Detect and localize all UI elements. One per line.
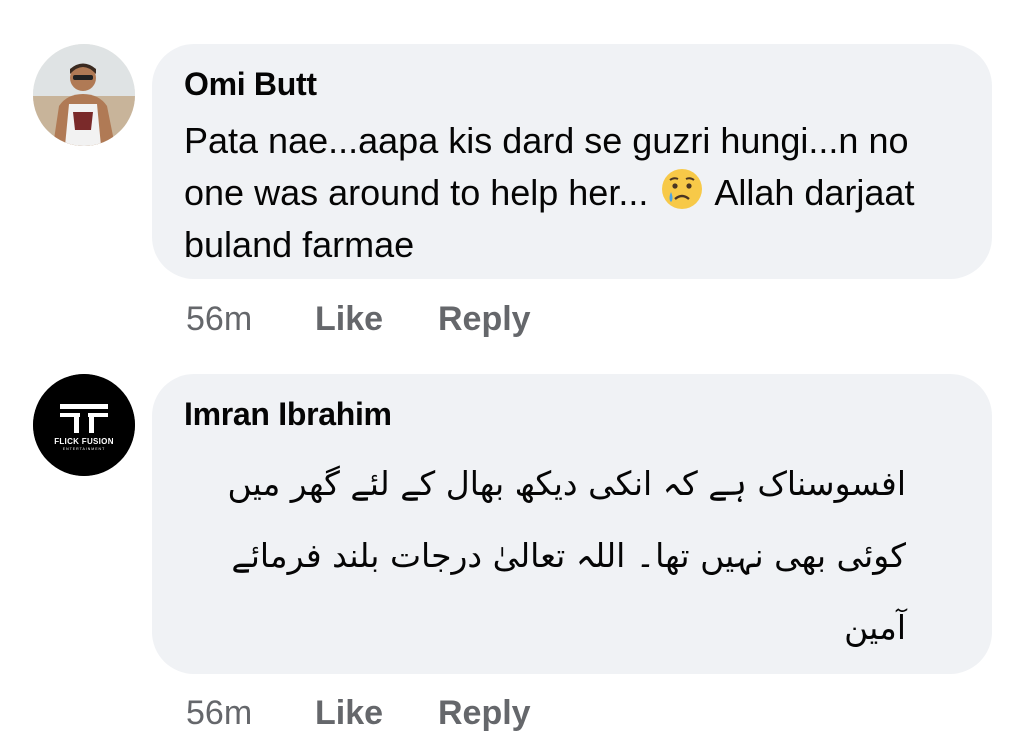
comment-text: افسوسناک ہے کہ انکی دیکھ بھال کے لئے گھر…: [227, 464, 907, 647]
comment-2: FLICK FUSION ENTERTAINMENT Imran Ibrahim…: [0, 0, 1024, 753]
timestamp[interactable]: 56m: [186, 694, 252, 733]
comment-bubble: Imran Ibrahim افسوسناک ہے کہ انکی دیکھ ب…: [152, 374, 992, 674]
avatar[interactable]: FLICK FUSION ENTERTAINMENT: [33, 374, 135, 476]
like-button[interactable]: Like: [315, 694, 383, 733]
author-name[interactable]: Imran Ibrahim: [184, 396, 392, 433]
flick-fusion-logo: [33, 374, 135, 476]
reply-button[interactable]: Reply: [438, 694, 531, 733]
avatar-logo-text: FLICK FUSION: [54, 437, 114, 446]
avatar-logo-subtext: ENTERTAINMENT: [62, 447, 106, 451]
